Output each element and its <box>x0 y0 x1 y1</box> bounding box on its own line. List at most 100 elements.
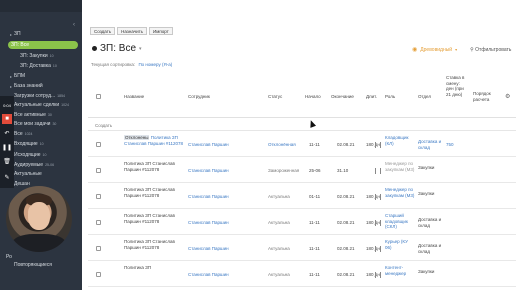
notes-icon[interactable] <box>375 272 381 278</box>
sidebar-item-label: ЗП: Закупки <box>20 53 48 59</box>
row-name-link[interactable]: Отклонены Политика ЗП Станислав Паршин #… <box>124 135 186 146</box>
row-name-text: Политика ЗП Станислав Паршин #112078 <box>124 239 175 250</box>
sidebar-item-label: Аудируемые <box>14 162 44 168</box>
col-end[interactable]: Окончание <box>331 94 354 100</box>
row-role[interactable]: Курьер (КУ 06) <box>385 239 415 250</box>
row-employee-link[interactable]: Станислав Паршин <box>188 246 229 252</box>
sidebar-item-count: 30 <box>52 122 57 126</box>
sidebar-item-repeating[interactable]: Повторяющиеся <box>14 262 52 268</box>
table-row[interactable]: Политика ЗП Станислав Паршин #112078 Стан… <box>88 185 516 209</box>
pause-icon[interactable]: ❚❚ <box>2 142 12 152</box>
expand-icon[interactable]: ▸ <box>10 84 12 89</box>
undo-icon[interactable]: ↶ <box>2 128 12 138</box>
sidebar-item[interactable]: Все 1024 <box>14 130 32 138</box>
col-name[interactable]: Название <box>124 94 144 100</box>
sidebar-item[interactable]: ЗП: Доставка 10 <box>20 62 57 70</box>
select-all-checkbox[interactable] <box>96 94 101 99</box>
col-employee[interactable]: Сотрудник <box>188 94 210 100</box>
sidebar-item[interactable]: Все мои задачи 30 <box>14 120 56 128</box>
record-stop-icon[interactable]: ■ <box>2 114 12 124</box>
row-role[interactable]: Кладовщик (КЛ) <box>385 135 415 146</box>
sidebar-item-label: Дешан <box>14 181 30 187</box>
notes-icon[interactable] <box>375 168 381 174</box>
collapse-sidebar-icon[interactable]: ‹ <box>73 22 75 28</box>
row-employee-link[interactable]: Станислав Паршин <box>188 142 229 148</box>
eye-icon: ◉ <box>412 47 418 53</box>
row-role[interactable]: Старший кладовщик (СКЛ) <box>385 213 415 230</box>
pen-icon[interactable]: ✎ <box>2 172 12 182</box>
row-employee-link[interactable]: Станислав Паршин <box>188 272 229 278</box>
notes-icon[interactable] <box>375 194 381 200</box>
notes-icon[interactable] <box>375 246 381 252</box>
row-status: Актуальна <box>268 194 290 199</box>
row-name-link[interactable]: Политика ЗП Станислав Паршин #112078 <box>124 187 186 198</box>
table-row[interactable]: Политика ЗП Станислав Паршин #112078 Стан… <box>88 237 516 261</box>
row-name-link[interactable]: Политика ЗП Станислав Паршин #112078 <box>124 161 186 172</box>
row-role[interactable]: Контент-менеджер <box>385 265 415 276</box>
view-mode-select[interactable]: Древовидный <box>420 47 452 53</box>
row-checkbox[interactable] <box>96 194 101 199</box>
row-checkbox[interactable] <box>96 142 101 147</box>
status-tag: Отклонены <box>124 135 150 140</box>
sidebar-item[interactable]: Актуальные сделки 1024 <box>14 101 69 109</box>
row-role[interactable]: Менеджер по закупкам (М3) <box>385 187 415 198</box>
col-role[interactable]: Роль <box>385 94 395 100</box>
row-name-link[interactable]: Политика ЗП Станислав Паршин #112078 <box>124 239 186 250</box>
row-start: 11-11 <box>309 220 320 225</box>
row-name-link[interactable]: Политика ЗП <box>124 265 186 271</box>
col-rate[interactable]: Ставка в смену: ден (при 21 дню) <box>446 75 468 97</box>
row-checkbox[interactable] <box>96 272 101 277</box>
quick-create-row <box>88 119 516 131</box>
col-status[interactable]: Статус <box>268 94 282 100</box>
sidebar-item[interactable]: ЗП: Все <box>8 41 78 49</box>
row-dept: Закупки <box>418 269 435 274</box>
trash-icon[interactable]: 🗑 <box>2 156 12 166</box>
sidebar-item-count: 10 <box>39 142 44 146</box>
sidebar-item[interactable]: ▸ БПМ <box>10 72 25 80</box>
chevron-down-icon[interactable]: ▾ <box>455 47 457 52</box>
quick-create-input[interactable] <box>95 121 295 129</box>
sidebar-item[interactable]: ▸ База знаний <box>10 82 43 90</box>
sidebar-item[interactable]: Все активные 30 <box>14 111 52 119</box>
col-order[interactable]: Порядок расчета <box>473 91 497 102</box>
col-start[interactable]: Начало <box>305 94 321 100</box>
sidebar-item[interactable]: ▸ ЗП <box>10 30 21 38</box>
row-employee-link[interactable]: Станислав Паршин <box>188 194 229 200</box>
title-dropdown-icon[interactable]: ▾ <box>139 46 142 52</box>
row-employee-link[interactable]: Станислав Паршин <box>188 168 229 174</box>
filter-button[interactable]: ⚲ Отфильтровать <box>470 47 511 53</box>
expand-icon[interactable]: ▸ <box>10 74 12 79</box>
sidebar: ‹ ▸ ЗП ЗП: Все ЗП: Закупки 10 ЗП: Доставка 10 ▸… <box>0 0 82 290</box>
sidebar-item[interactable]: Актуальные <box>14 170 42 178</box>
table-row[interactable]: Политика ЗП Станислав Паршин #112078 Стан… <box>88 211 516 235</box>
notes-icon[interactable] <box>375 220 381 226</box>
row-name-text: Политика ЗП Станислав Паршин #112078 <box>124 161 175 172</box>
sort-value-link[interactable]: По номеру (Я-а) <box>138 62 172 67</box>
import-button[interactable]: Импорт <box>149 27 173 35</box>
row-checkbox[interactable] <box>96 246 101 251</box>
table-settings-icon[interactable]: ⚙ <box>505 93 510 100</box>
table-row[interactable]: Отклонены Политика ЗП Станислав Паршин #… <box>88 133 516 157</box>
col-dept[interactable]: Отдел <box>418 94 431 100</box>
row-employee-link[interactable]: Станислав Паршин <box>188 220 229 226</box>
sidebar-item[interactable]: ЗП: Закупки 10 <box>20 52 54 60</box>
table-row[interactable]: Политика ЗП Станислав Паршин Актуальна 11-1… <box>88 263 516 287</box>
sidebar-item[interactable]: Загрузки сотруд... 1854 <box>14 92 65 100</box>
notes-icon[interactable] <box>375 142 381 148</box>
col-duration[interactable]: Длит. <box>366 94 377 100</box>
row-name-text: Политика ЗП <box>124 265 152 270</box>
sidebar-bottom-item[interactable]: Ро <box>6 254 12 260</box>
sidebar-item[interactable]: Аудируемые 25-06 <box>14 161 54 169</box>
sidebar-item[interactable]: Входящие 10 <box>14 140 44 148</box>
row-checkbox[interactable] <box>96 168 101 173</box>
page-title: ЗП: Все <box>100 43 137 54</box>
expand-icon[interactable]: ▸ <box>10 32 12 37</box>
row-dept: Доставка и склад <box>418 217 442 228</box>
sidebar-item[interactable]: Исходящие 10 <box>14 151 46 159</box>
assign-button[interactable]: Назначить <box>117 27 148 35</box>
row-role[interactable]: Менеджер по закупкам (М3) <box>385 161 415 172</box>
row-name-link[interactable]: Политика ЗП Станислав Паршин #112078 <box>124 213 186 224</box>
table-row[interactable]: Политика ЗП Станислав Паршин #112078 Стан… <box>88 159 516 183</box>
row-checkbox[interactable] <box>96 220 101 225</box>
create-button[interactable]: Создать <box>90 27 116 35</box>
